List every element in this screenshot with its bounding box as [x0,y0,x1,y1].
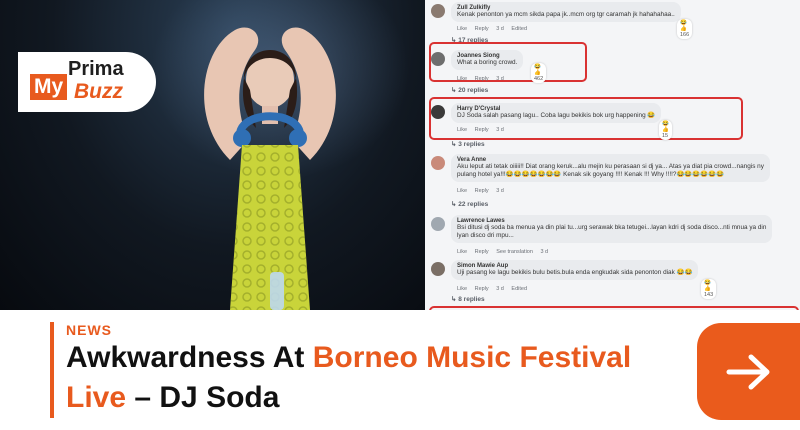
comment-bubble: Lawrence Lawes Bsi ditusi dj soda ba men… [451,215,773,243]
comment-bubble: Zull Zulkifly Kenak penonton ya mcm sikd… [451,2,681,22]
avatar [431,4,445,18]
comment-text: What a boring crowd. [457,59,518,66]
comment-text: Aku leput ati tetak oiiiii!! Diat orang … [457,163,764,170]
logo-prima-text: Prima [68,58,124,80]
edited-label: Edited [511,26,528,32]
edited-label: Edited [511,286,528,292]
comment-time: 3 d [496,127,504,133]
comment-actions: Like Reply 3 d Edited [457,286,533,292]
like-link[interactable]: Like [457,249,467,255]
comment-text-line2: pulang hotel ya!!!😂😂😂😂😂😂😂 Kenak sik goya… [457,171,725,178]
like-link[interactable]: Like [457,76,467,82]
dj-figure-illustration [204,27,336,310]
reply-link[interactable]: Reply [475,249,489,255]
comment-bubble: Vera Anne Aku leput ati tetak oiiiii!! D… [451,154,770,182]
view-replies-link[interactable]: ↳ 20 replies [451,86,488,94]
reaction-emoji-icon: 😂👍 [704,280,711,292]
logo-buzz-text: Buzz [74,80,123,103]
like-link[interactable]: Like [457,127,467,133]
avatar [431,105,445,119]
reaction-emoji-icon: 😂👍 [680,20,687,32]
avatar [431,217,445,231]
comment-text: DJ Soda salah pasang lagu.. Coba lagu be… [457,112,656,119]
article-card[interactable]: NEWS Awkwardness At Borneo Music Festiva… [0,310,800,430]
avatar [431,52,445,66]
comment-actions: Like Reply 3 d [457,127,510,133]
reaction-emoji-icon: 😂👍 [534,64,541,76]
comment-text: Uji pasang ke lagu bekikis bulu betis.bu… [457,269,693,276]
accent-bar [50,322,54,418]
logo-my-text: My [30,74,68,100]
comment-time: 3 d [496,286,504,292]
reaction-count[interactable]: 😂👍 15 [659,120,672,140]
like-link[interactable]: Like [457,26,467,32]
primabuzz-logo[interactable]: Prima My Buzz [18,52,156,112]
like-link[interactable]: Like [457,286,467,292]
comment-time: 3 d [496,76,504,82]
comment-actions: Like Reply 3 d [457,76,510,82]
comment-text-line2: lyan disco dri mpu... [457,232,514,239]
reply-link[interactable]: Reply [475,26,489,32]
view-replies-link[interactable]: ↳ 3 replies [451,140,485,148]
avatar [431,262,445,276]
comment-actions: Like Reply 3 d Edited [457,26,533,32]
comment-bubble: Simon Mawie Aup Uji pasang ke lagu bekik… [451,260,699,280]
article-headline[interactable]: Awkwardness At Borneo Music Festival Live… [66,338,686,418]
arrow-right-icon [726,354,769,389]
comment-time: 3 d [496,26,504,32]
view-replies-link[interactable]: ↳ 22 replies [451,200,488,208]
comment-time: 3 d [540,249,549,255]
see-translation-link[interactable]: See translation [496,249,533,255]
reaction-count[interactable]: 😂👍 462 [531,63,547,83]
comment-text: Kenak penonton ya mcm sikda papa jk..mcm… [457,11,675,18]
comment-actions: Like Reply 3 d [457,188,510,194]
comment-time: 3 d [496,188,504,194]
comment-actions: Like Reply See translation 3 d [457,249,554,255]
reaction-count[interactable]: 😂👍 166 [677,19,693,39]
category-tag[interactable]: NEWS [66,322,112,338]
reply-link[interactable]: Reply [475,286,489,292]
comment-text: Bsi ditusi dj soda ba menua ya din plai … [457,224,767,231]
facebook-comments-screenshot: Zull Zulkifly Kenak penonton ya mcm sikd… [425,0,800,310]
reaction-count[interactable]: 😂👍 143 [701,279,717,299]
reply-link[interactable]: Reply [475,76,489,82]
comment-bubble: Harry D'Crystal DJ Soda salah pasang lag… [451,103,662,123]
read-more-button[interactable] [697,323,800,420]
like-link[interactable]: Like [457,188,467,194]
avatar [431,156,445,170]
reaction-emoji-icon: 😂👍 [662,121,669,133]
reply-link[interactable]: Reply [475,188,489,194]
hero-photo: Prima My Buzz [0,0,425,310]
comment-bubble: Joannes Siong What a boring crowd. [451,50,524,70]
reply-link[interactable]: Reply [475,127,489,133]
view-replies-link[interactable]: ↳ 8 replies [451,295,485,303]
